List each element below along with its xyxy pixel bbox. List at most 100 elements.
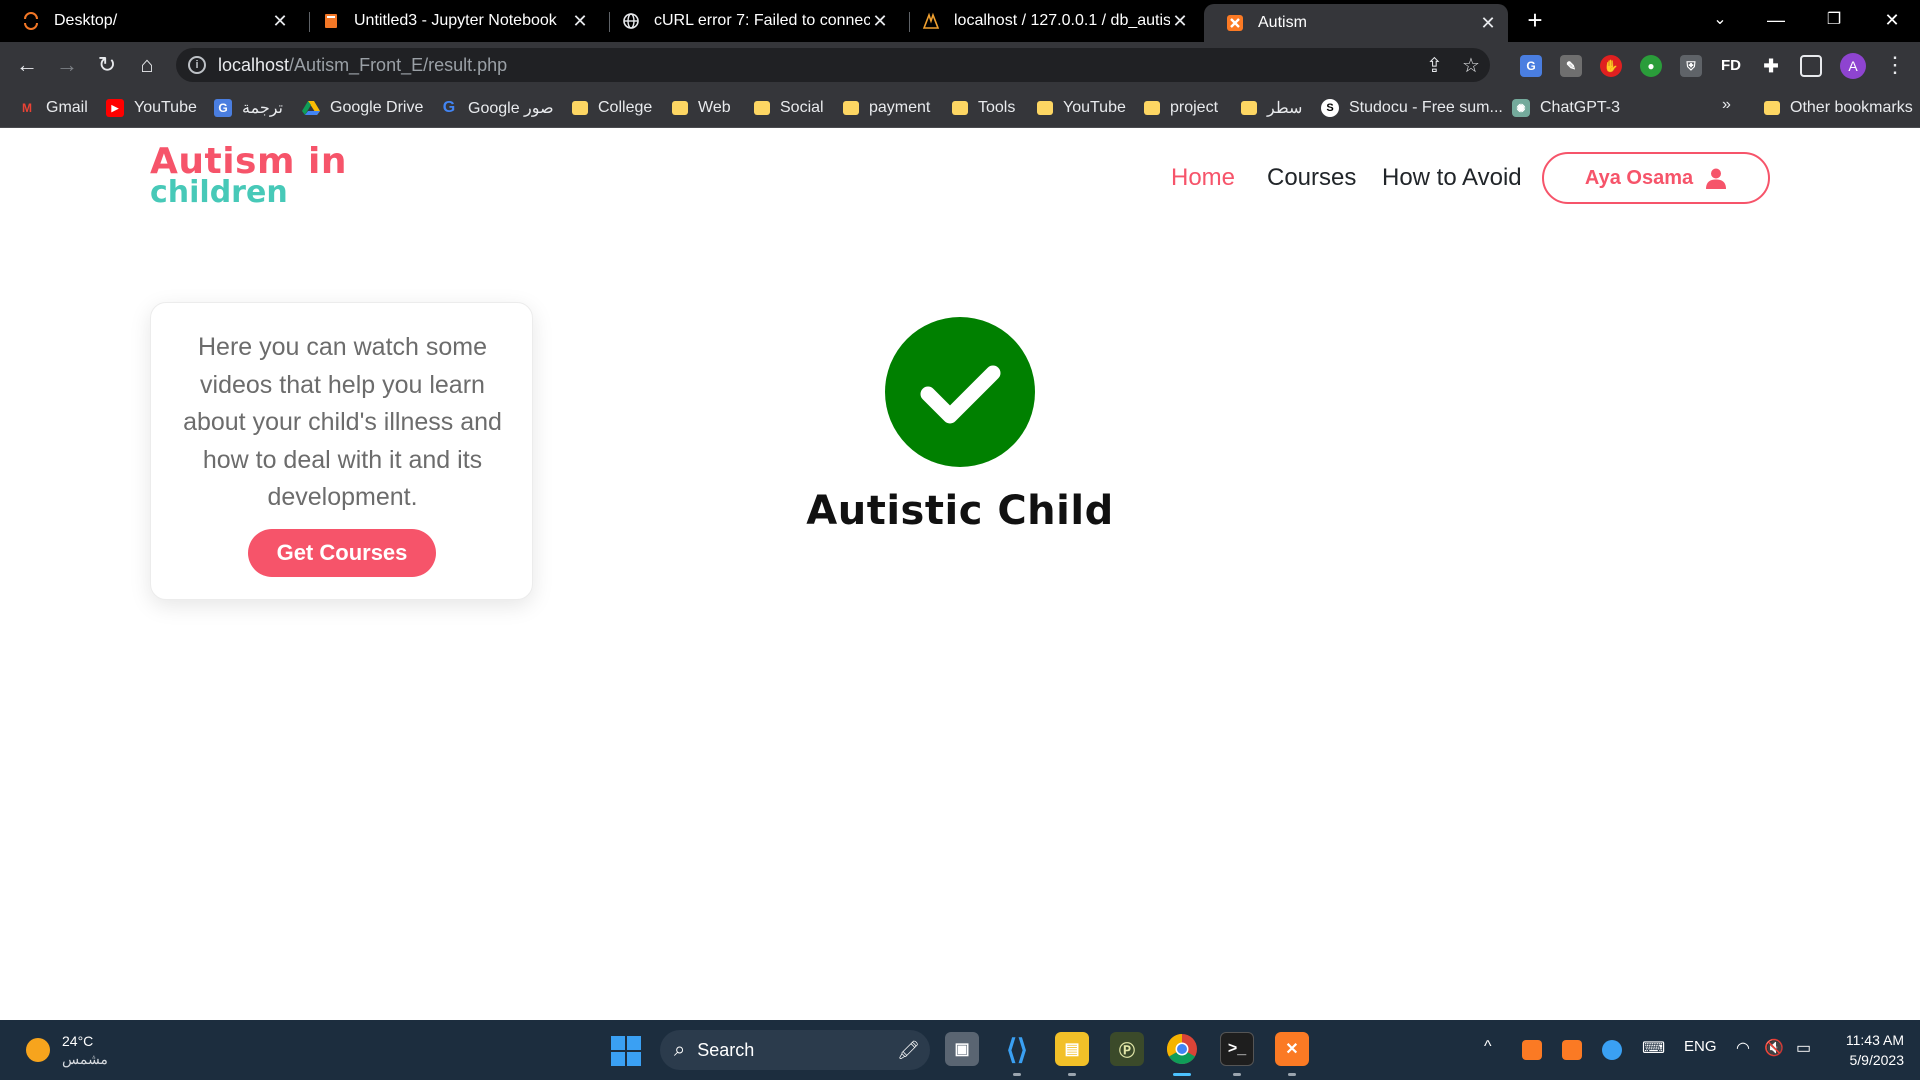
- tab-jupyter-notebook[interactable]: Untitled3 - Jupyter Notebook ✕: [300, 4, 600, 38]
- get-courses-button[interactable]: Get Courses: [248, 529, 436, 577]
- nav-courses[interactable]: Courses: [1267, 164, 1356, 192]
- bookmark-project[interactable]: project: [1144, 96, 1218, 120]
- bookmark-gmail[interactable]: M Gmail: [18, 96, 88, 120]
- user-profile-button[interactable]: Aya Osama: [1542, 152, 1770, 204]
- keyboard-icon[interactable]: ⌨: [1642, 1038, 1665, 1058]
- speaker-muted-icon[interactable]: 🔇: [1764, 1038, 1784, 1058]
- xampp-tray-icon[interactable]: [1522, 1040, 1542, 1060]
- tab-label: Desktop/: [54, 12, 118, 29]
- bookmark-star-icon[interactable]: ☆: [1462, 53, 1480, 78]
- xampp-tray-icon-2[interactable]: [1562, 1040, 1582, 1060]
- close-icon[interactable]: ✕: [870, 11, 890, 32]
- close-icon[interactable]: ✕: [1170, 11, 1190, 32]
- folder-icon: [754, 101, 770, 115]
- site-logo[interactable]: Autism in children: [150, 144, 347, 208]
- shield-extension-icon[interactable]: ⛨: [1680, 55, 1702, 77]
- menu-kebab-icon[interactable]: ⋮: [1884, 52, 1906, 78]
- google-icon: G: [442, 99, 456, 116]
- translate-extension-icon[interactable]: G: [1520, 55, 1542, 77]
- bookmark-label: ترجمة: [242, 100, 283, 117]
- reload-icon[interactable]: ↻: [92, 50, 122, 80]
- close-icon[interactable]: ✕: [1478, 13, 1498, 34]
- language-indicator[interactable]: ENG: [1684, 1038, 1717, 1055]
- tab-search-chevron-icon[interactable]: ⌄: [1700, 4, 1740, 36]
- bookmark-tools[interactable]: Tools: [952, 96, 1015, 120]
- color-extension-icon[interactable]: ●: [1640, 55, 1662, 77]
- tab-curl-error[interactable]: cURL error 7: Failed to connect to ✕: [600, 4, 900, 38]
- share-icon[interactable]: ⇪: [1426, 53, 1443, 78]
- task-view-icon[interactable]: ▣: [945, 1032, 979, 1066]
- bookmark-college[interactable]: College: [572, 96, 652, 120]
- file-explorer-icon[interactable]: ▤: [1055, 1032, 1089, 1066]
- tab-desktop[interactable]: Desktop/ ✕: [0, 4, 300, 38]
- wifi-icon[interactable]: ◠: [1736, 1038, 1750, 1058]
- bookmark-youtube-folder[interactable]: YouTube: [1037, 96, 1126, 120]
- battery-icon[interactable]: ▭: [1796, 1038, 1811, 1058]
- window-close-icon[interactable]: ✕: [1872, 4, 1912, 36]
- bookmark-google-photos[interactable]: G Google صور: [440, 96, 554, 120]
- user-icon: [1705, 167, 1727, 189]
- app-active-indicator: [1173, 1073, 1191, 1076]
- stop-extension-icon[interactable]: ✋: [1600, 55, 1622, 77]
- folder-icon: [1764, 101, 1780, 115]
- address-bar[interactable]: i localhost/Autism_Front_E/result.php ⇪ …: [176, 48, 1490, 82]
- close-icon[interactable]: ✕: [570, 11, 590, 32]
- bookmark-satr[interactable]: سطر: [1241, 96, 1302, 120]
- fd-extension-icon[interactable]: FD: [1720, 55, 1742, 77]
- app-running-indicator: [1068, 1073, 1076, 1076]
- bookmark-web[interactable]: Web: [672, 96, 731, 120]
- forward-icon[interactable]: →: [52, 50, 82, 80]
- studocu-icon: S: [1321, 99, 1339, 117]
- pencil-extension-icon[interactable]: ✎: [1560, 55, 1582, 77]
- bookmark-google-drive[interactable]: Google Drive: [302, 96, 423, 120]
- translate-icon: G: [214, 99, 232, 117]
- minimize-icon[interactable]: —: [1756, 4, 1796, 36]
- back-icon[interactable]: ←: [12, 50, 42, 80]
- bookmarks-overflow-icon[interactable]: »: [1722, 96, 1731, 114]
- folder-icon: [1037, 101, 1053, 115]
- nav-how-to-avoid[interactable]: How to Avoid: [1382, 164, 1522, 192]
- side-panel-icon[interactable]: [1800, 55, 1822, 77]
- tab-autism[interactable]: Autism ✕: [1204, 4, 1508, 42]
- tab-phpmyadmin[interactable]: localhost / 127.0.0.1 / db_autism ✕: [900, 4, 1200, 38]
- site-info-icon[interactable]: i: [188, 56, 206, 74]
- close-icon[interactable]: ✕: [270, 11, 290, 32]
- check-circle-icon: [885, 317, 1035, 467]
- pycharm-icon[interactable]: Ⓟ: [1110, 1032, 1144, 1066]
- bookmark-translate[interactable]: G ترجمة: [214, 96, 283, 120]
- nav-home[interactable]: Home: [1171, 164, 1235, 192]
- bookmark-label: سطر: [1267, 100, 1303, 117]
- telegram-tray-icon[interactable]: [1602, 1040, 1622, 1060]
- terminal-icon[interactable]: >_: [1220, 1032, 1254, 1066]
- globe-icon: [622, 12, 640, 30]
- new-tab-button[interactable]: +: [1520, 6, 1550, 36]
- bookmarks-bar: M Gmail ▶ YouTube G ترجمة Google Drive G Goo…: [0, 88, 1920, 128]
- bookmark-chatgpt[interactable]: ✺ ChatGPT-3: [1512, 96, 1620, 120]
- puzzle-extensions-icon[interactable]: ✚: [1760, 55, 1782, 77]
- bookmark-payment[interactable]: payment: [843, 96, 930, 120]
- folder-icon: [1144, 101, 1160, 115]
- restore-icon[interactable]: ❐: [1814, 4, 1854, 36]
- url-text[interactable]: localhost/Autism_Front_E/result.php: [218, 55, 507, 76]
- taskbar-search[interactable]: ⌕ Search 🖍: [660, 1030, 930, 1070]
- chrome-icon[interactable]: [1165, 1032, 1199, 1066]
- chatgpt-icon: ✺: [1512, 99, 1530, 117]
- profile-avatar[interactable]: A: [1840, 53, 1866, 79]
- bookmark-label: Tools: [978, 99, 1016, 116]
- bookmark-social[interactable]: Social: [754, 96, 824, 120]
- bookmark-other[interactable]: Other bookmarks: [1764, 96, 1913, 120]
- bookmark-label: payment: [869, 99, 931, 116]
- vscode-icon[interactable]: ⟨⟩: [1000, 1032, 1034, 1066]
- bookmark-label: Gmail: [46, 99, 88, 116]
- xampp-taskbar-icon[interactable]: ✕: [1275, 1032, 1309, 1066]
- bookmark-label: YouTube: [134, 99, 197, 116]
- system-clock[interactable]: 11:43 AM 5/9/2023: [1836, 1030, 1904, 1070]
- start-button-windows-icon[interactable]: [611, 1036, 641, 1066]
- card-description: Here you can watch some videos that help…: [183, 333, 502, 511]
- home-icon[interactable]: ⌂: [132, 50, 162, 80]
- bookmark-studocu[interactable]: S Studocu - Free sum...: [1321, 96, 1503, 120]
- tray-overflow-chevron-icon[interactable]: ^: [1484, 1038, 1492, 1056]
- bookmark-label: Web: [698, 99, 731, 116]
- weather-widget[interactable]: 24°C مشمس: [26, 1032, 108, 1068]
- bookmark-youtube[interactable]: ▶ YouTube: [106, 96, 197, 120]
